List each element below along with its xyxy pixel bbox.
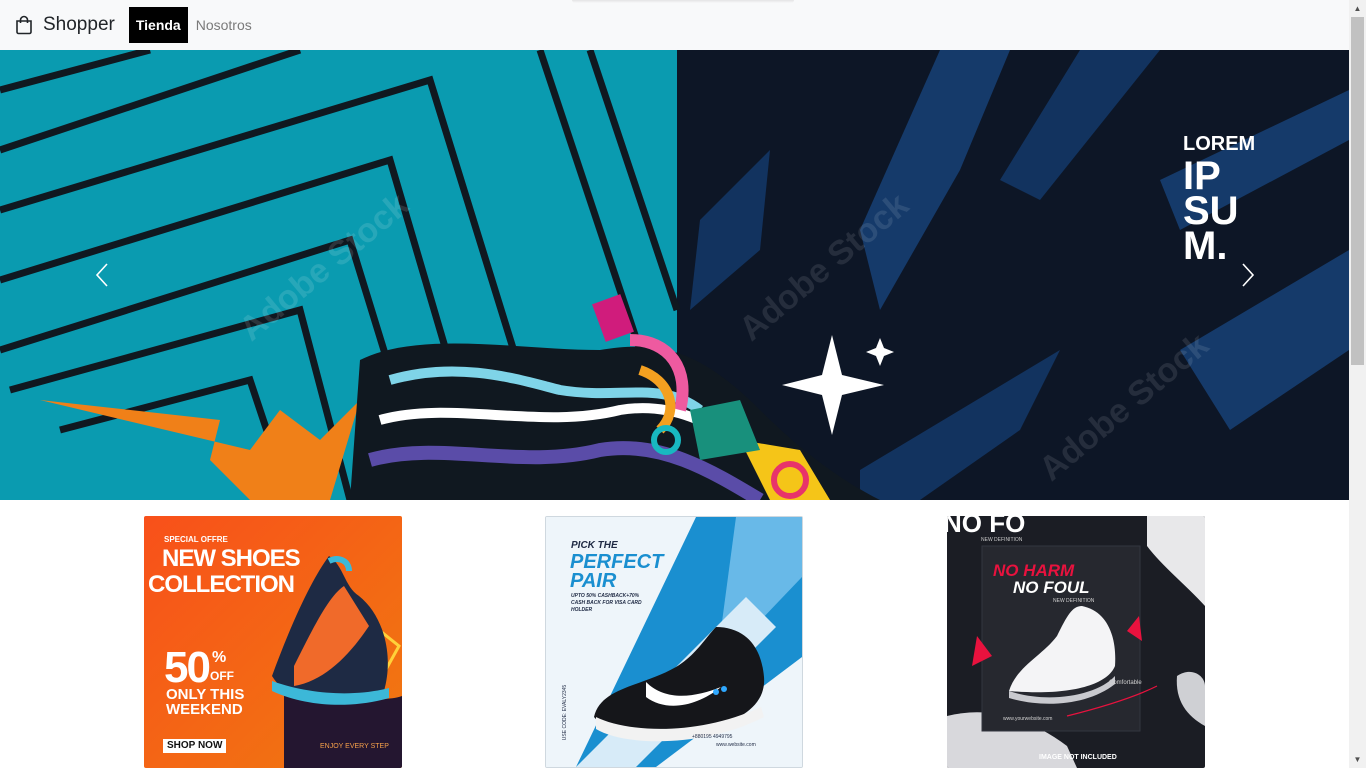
banner-image [0,50,1349,500]
card-subtitle: NEW DEFINITION [1053,598,1095,604]
card-discount-number: 50 [164,643,211,692]
card-offer-line-3: HOLDER [571,607,593,613]
card-discount-percent: % [212,649,227,666]
card-promo-line-1: ONLY THIS [166,686,245,703]
hero-carousel: LOREM IP SU M. Adobe Stock Adobe Stock A… [0,50,1349,500]
vertical-scrollbar[interactable]: ▲ ▼ [1349,0,1366,768]
card-tagline: ENJOY EVERY STEP [320,743,389,750]
product-card-new-shoes[interactable]: SPECIAL OFFRE NEW SHOES COLLECTION 50 % … [144,516,402,768]
scroll-up-arrow-icon[interactable]: ▲ [1349,0,1366,17]
carousel-prev-button[interactable] [82,250,122,300]
card-offer-line-1: UPTO 50% CASHBACK+70% [571,593,640,599]
product-card-no-harm[interactable]: NO FO NEW DEFINITION NO HARM NO FOUL NEW… [947,516,1205,768]
card-title-line-1: NEW SHOES [162,545,301,572]
card-website: www.yourwebsite.com [1003,716,1053,722]
card-top-sub: NEW DEFINITION [981,537,1023,543]
card-kicker: PICK THE [571,540,618,551]
card-website: www.website.com [716,742,756,748]
nav-tienda[interactable]: Tienda [128,7,188,43]
card-title-line-2: PAIR [570,570,617,592]
card-code: USE CODE: EVALY2345 [562,684,569,741]
card-promo-line-2: WEEKEND [166,701,243,718]
card-discount-off: OFF [210,669,234,683]
scroll-down-arrow-icon[interactable]: ▼ [1349,751,1366,768]
chevron-left-icon [95,263,108,287]
brand-name: Shopper [43,14,115,35]
card-title-line-1: PERFECT [570,551,664,573]
top-shadow [572,0,794,3]
chevron-right-icon [1242,263,1255,287]
carousel-next-button[interactable] [1228,250,1268,300]
scroll-thumb[interactable] [1351,17,1364,365]
nav-nosotros[interactable]: Nosotros [189,7,259,43]
card-phone: +880195 4949795 [692,734,733,740]
banner-text-line-1: LOREM [1183,133,1256,155]
card-footer: IMAGE NOT INCLUDED [1039,754,1117,761]
card-kicker: SPECIAL OFFRE [164,535,228,544]
navbar: Shopper Tienda Nosotros [0,0,1349,50]
card-title-line-2: COLLECTION [148,571,295,598]
card-label: Comfortable [1109,680,1142,686]
card-image [947,516,1205,768]
card-title-line-1: NO HARM [993,561,1075,580]
card-top-text: NO FO [947,516,1026,538]
brand-link[interactable]: Shopper [14,14,115,36]
banner-text-line-4: M. [1183,224,1228,268]
card-title-line-2: NO FOUL [1013,578,1090,597]
shopping-bag-icon [14,15,34,35]
shop-now-button[interactable]: SHOP NOW [163,739,227,753]
card-offer-line-2: CASH BACK FOR VISA CARD [571,600,642,606]
product-card-perfect-pair[interactable]: PICK THE PERFECT PAIR UPTO 50% CASHBACK+… [545,516,803,768]
